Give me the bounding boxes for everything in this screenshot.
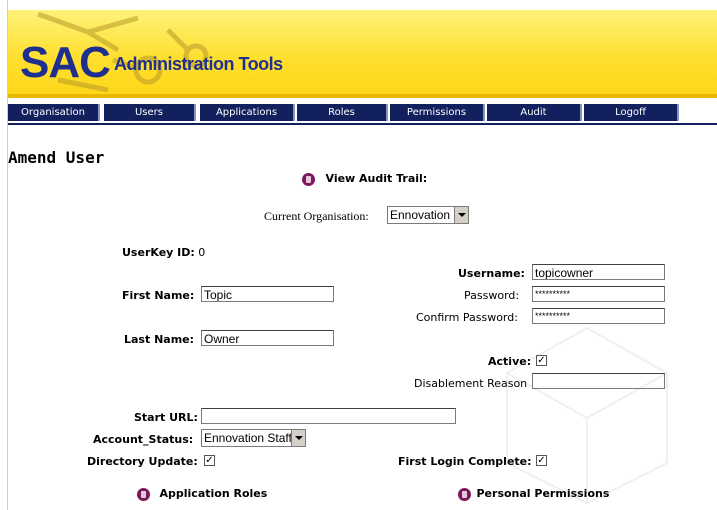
last-name-field[interactable]: Owner (201, 330, 334, 346)
chevron-down-icon (291, 430, 305, 446)
audit-link-label: View Audit Trail: (325, 172, 428, 185)
logo-subtitle: Administration Tools (114, 54, 283, 74)
main-nav: Organisation Users Applications Roles Pe… (8, 104, 717, 121)
cube-watermark (506, 326, 668, 505)
password-label: Password: (464, 289, 520, 302)
current-org-label: Current Organisation: (264, 209, 369, 223)
nav-organisation[interactable]: Organisation (8, 104, 100, 121)
nav-audit[interactable]: Audit (487, 104, 582, 121)
current-org-select[interactable]: Ennovation (387, 206, 469, 224)
userkey-value: 0 (198, 246, 206, 259)
nav-applications[interactable]: Applications (200, 104, 295, 121)
username-field[interactable]: topicowner (532, 264, 665, 280)
logo-sac: SAC (20, 38, 111, 87)
checkmark-icon: ✓ (205, 455, 214, 466)
header-band (8, 94, 717, 98)
first-name-field[interactable]: Topic (201, 286, 334, 302)
last-name-label: Last Name: (124, 333, 195, 346)
start-url-field[interactable] (201, 408, 456, 424)
account-status-label: Account_Status: (93, 433, 194, 446)
account-status-select[interactable]: Ennovation Staff (201, 429, 306, 447)
page-title: Amend User (8, 148, 105, 167)
current-org-value: Ennovation (390, 208, 451, 222)
nav-users[interactable]: Users (104, 104, 196, 121)
first-name-label: First Name: (122, 289, 195, 302)
nav-underline (8, 123, 717, 125)
header-banner: SAC Administration Tools (8, 10, 717, 98)
nav-permissions[interactable]: Permissions (390, 104, 485, 121)
chevron-down-icon (454, 207, 468, 223)
username-label: Username: (458, 267, 525, 280)
nav-roles[interactable]: Roles (297, 104, 388, 121)
document-icon (302, 172, 315, 186)
nav-logoff[interactable]: Logoff (584, 104, 679, 121)
directory-update-checkbox[interactable]: ✓ (204, 455, 215, 466)
userkey-row: UserKey ID: 0 (122, 246, 205, 259)
application-roles-link[interactable]: Application Roles (137, 487, 267, 501)
account-status-value: Ennovation Staff (204, 431, 292, 445)
password-field[interactable]: ********** (532, 286, 665, 302)
start-url-label: Start URL: (134, 411, 198, 424)
document-icon (458, 487, 471, 501)
userkey-label: UserKey ID: (122, 246, 195, 259)
application-roles-label: Application Roles (159, 487, 268, 500)
view-audit-trail-link[interactable]: View Audit Trail: (302, 172, 427, 186)
document-icon (137, 487, 150, 501)
directory-update-label: Directory Update: (87, 455, 198, 468)
